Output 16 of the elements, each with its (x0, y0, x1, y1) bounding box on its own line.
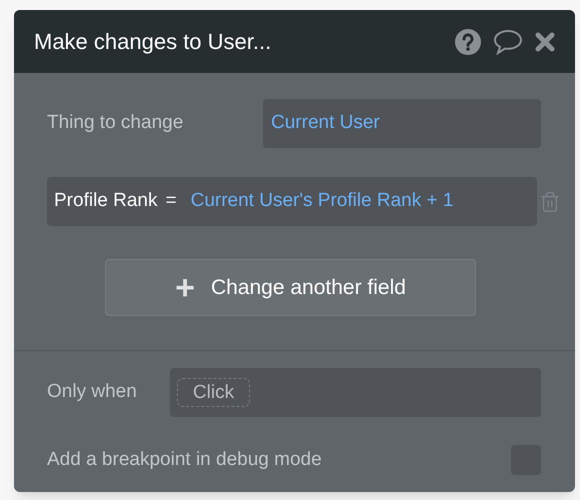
dialog-title: Make changes to User... (34, 28, 272, 56)
change-another-field-button[interactable]: + Change another field (105, 259, 476, 316)
condition-input[interactable]: Click (177, 378, 250, 407)
condition-field[interactable]: Click (170, 368, 541, 417)
comment-icon[interactable] (493, 28, 523, 54)
operator: = (166, 189, 177, 214)
help-icon[interactable] (455, 28, 481, 54)
thing-to-change-field[interactable]: Current User (263, 99, 541, 148)
plus-icon: + (175, 270, 195, 304)
breakpoint-label: Add a breakpoint in debug mode (47, 448, 323, 472)
thing-to-change-label: Thing to change (47, 111, 184, 136)
field-assignment-row[interactable]: Profile Rank = Current User's Profile Rank + 1 (47, 177, 538, 226)
close-icon[interactable] (535, 32, 555, 52)
field-name: Profile Rank (54, 189, 158, 214)
only-when-label: Only when (47, 380, 138, 404)
field-value: Current User's Profile Rank + 1 (190, 189, 454, 214)
